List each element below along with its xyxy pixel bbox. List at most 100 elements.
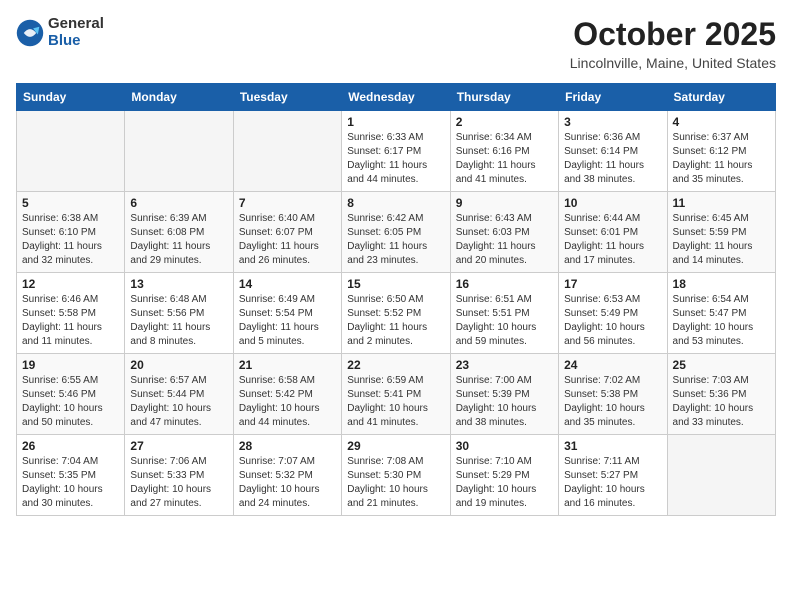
- day-info: Sunrise: 6:48 AM Sunset: 5:56 PM Dayligh…: [130, 293, 227, 349]
- calendar-cell: 8 Sunrise: 6:42 AM Sunset: 6:05 PM Daylig…: [342, 192, 450, 273]
- day-info: Sunrise: 6:39 AM Sunset: 6:08 PM Dayligh…: [130, 212, 227, 268]
- day-info: Sunrise: 7:02 AM Sunset: 5:38 PM Dayligh…: [564, 374, 661, 430]
- calendar-cell: [125, 111, 233, 192]
- weekday-header-tuesday: Tuesday: [233, 84, 341, 111]
- logo-icon: [16, 19, 44, 47]
- day-number: 1: [347, 115, 444, 129]
- weekday-header-friday: Friday: [559, 84, 667, 111]
- day-number: 6: [130, 196, 227, 210]
- calendar-cell: 28 Sunrise: 7:07 AM Sunset: 5:32 PM Dayli…: [233, 435, 341, 516]
- calendar-cell: 21 Sunrise: 6:58 AM Sunset: 5:42 PM Dayli…: [233, 354, 341, 435]
- day-info: Sunrise: 6:42 AM Sunset: 6:05 PM Dayligh…: [347, 212, 444, 268]
- calendar-cell: [667, 435, 775, 516]
- day-number: 10: [564, 196, 661, 210]
- day-number: 31: [564, 439, 661, 453]
- day-number: 5: [22, 196, 119, 210]
- day-number: 23: [456, 358, 553, 372]
- calendar-cell: [17, 111, 125, 192]
- day-info: Sunrise: 7:08 AM Sunset: 5:30 PM Dayligh…: [347, 455, 444, 511]
- day-info: Sunrise: 6:53 AM Sunset: 5:49 PM Dayligh…: [564, 293, 661, 349]
- weekday-header-wednesday: Wednesday: [342, 84, 450, 111]
- day-info: Sunrise: 7:00 AM Sunset: 5:39 PM Dayligh…: [456, 374, 553, 430]
- day-info: Sunrise: 6:40 AM Sunset: 6:07 PM Dayligh…: [239, 212, 336, 268]
- day-number: 29: [347, 439, 444, 453]
- calendar-cell: 1Sunrise: 6:33 AM Sunset: 6:17 PM Daylig…: [342, 111, 450, 192]
- calendar-cell: 19 Sunrise: 6:55 AM Sunset: 5:46 PM Dayli…: [17, 354, 125, 435]
- logo-text: General Blue: [48, 16, 104, 49]
- day-number: 21: [239, 358, 336, 372]
- day-info: Sunrise: 6:43 AM Sunset: 6:03 PM Dayligh…: [456, 212, 553, 268]
- calendar-cell: 13 Sunrise: 6:48 AM Sunset: 5:56 PM Dayli…: [125, 273, 233, 354]
- day-number: 15: [347, 277, 444, 291]
- week-row-3: 12 Sunrise: 6:46 AM Sunset: 5:58 PM Dayli…: [17, 273, 776, 354]
- week-row-5: 26Sunrise: 7:04 AM Sunset: 5:35 PM Dayli…: [17, 435, 776, 516]
- calendar-cell: 25 Sunrise: 7:03 AM Sunset: 5:36 PM Dayli…: [667, 354, 775, 435]
- calendar-cell: 22Sunrise: 6:59 AM Sunset: 5:41 PM Dayli…: [342, 354, 450, 435]
- day-number: 3: [564, 115, 661, 129]
- week-row-1: 1Sunrise: 6:33 AM Sunset: 6:17 PM Daylig…: [17, 111, 776, 192]
- weekday-header-saturday: Saturday: [667, 84, 775, 111]
- day-number: 12: [22, 277, 119, 291]
- day-info: Sunrise: 6:57 AM Sunset: 5:44 PM Dayligh…: [130, 374, 227, 430]
- calendar-cell: 31 Sunrise: 7:11 AM Sunset: 5:27 PM Dayli…: [559, 435, 667, 516]
- logo-general: General: [48, 16, 104, 33]
- calendar-cell: 17 Sunrise: 6:53 AM Sunset: 5:49 PM Dayli…: [559, 273, 667, 354]
- calendar-cell: 6 Sunrise: 6:39 AM Sunset: 6:08 PM Daylig…: [125, 192, 233, 273]
- day-number: 26: [22, 439, 119, 453]
- day-number: 18: [673, 277, 770, 291]
- day-info: Sunrise: 6:51 AM Sunset: 5:51 PM Dayligh…: [456, 293, 553, 349]
- calendar-header: General Blue October 2025 Lincolnville, …: [16, 16, 776, 71]
- calendar-cell: 14 Sunrise: 6:49 AM Sunset: 5:54 PM Dayli…: [233, 273, 341, 354]
- calendar-cell: 10Sunrise: 6:44 AM Sunset: 6:01 PM Dayli…: [559, 192, 667, 273]
- day-info: Sunrise: 6:49 AM Sunset: 5:54 PM Dayligh…: [239, 293, 336, 349]
- calendar-cell: 24 Sunrise: 7:02 AM Sunset: 5:38 PM Dayli…: [559, 354, 667, 435]
- week-row-2: 5Sunrise: 6:38 AM Sunset: 6:10 PM Daylig…: [17, 192, 776, 273]
- day-number: 25: [673, 358, 770, 372]
- day-info: Sunrise: 6:34 AM Sunset: 6:16 PM Dayligh…: [456, 131, 553, 187]
- calendar-cell: 16 Sunrise: 6:51 AM Sunset: 5:51 PM Dayli…: [450, 273, 558, 354]
- day-number: 14: [239, 277, 336, 291]
- day-info: Sunrise: 6:46 AM Sunset: 5:58 PM Dayligh…: [22, 293, 119, 349]
- calendar-table: SundayMondayTuesdayWednesdayThursdayFrid…: [16, 83, 776, 516]
- calendar-cell: 7Sunrise: 6:40 AM Sunset: 6:07 PM Daylig…: [233, 192, 341, 273]
- calendar-cell: 27 Sunrise: 7:06 AM Sunset: 5:33 PM Dayli…: [125, 435, 233, 516]
- calendar-cell: 9 Sunrise: 6:43 AM Sunset: 6:03 PM Daylig…: [450, 192, 558, 273]
- day-number: 13: [130, 277, 227, 291]
- day-info: Sunrise: 7:03 AM Sunset: 5:36 PM Dayligh…: [673, 374, 770, 430]
- day-number: 17: [564, 277, 661, 291]
- calendar-cell: 3 Sunrise: 6:36 AM Sunset: 6:14 PM Daylig…: [559, 111, 667, 192]
- calendar-cell: 20Sunrise: 6:57 AM Sunset: 5:44 PM Dayli…: [125, 354, 233, 435]
- day-info: Sunrise: 7:06 AM Sunset: 5:33 PM Dayligh…: [130, 455, 227, 511]
- week-row-4: 19 Sunrise: 6:55 AM Sunset: 5:46 PM Dayli…: [17, 354, 776, 435]
- day-info: Sunrise: 6:58 AM Sunset: 5:42 PM Dayligh…: [239, 374, 336, 430]
- day-info: Sunrise: 7:11 AM Sunset: 5:27 PM Dayligh…: [564, 455, 661, 511]
- day-number: 16: [456, 277, 553, 291]
- calendar-cell: 11Sunrise: 6:45 AM Sunset: 5:59 PM Dayli…: [667, 192, 775, 273]
- day-info: Sunrise: 7:07 AM Sunset: 5:32 PM Dayligh…: [239, 455, 336, 511]
- weekday-header-monday: Monday: [125, 84, 233, 111]
- weekday-header-row: SundayMondayTuesdayWednesdayThursdayFrid…: [17, 84, 776, 111]
- day-info: Sunrise: 6:55 AM Sunset: 5:46 PM Dayligh…: [22, 374, 119, 430]
- day-number: 8: [347, 196, 444, 210]
- calendar-cell: 12 Sunrise: 6:46 AM Sunset: 5:58 PM Dayli…: [17, 273, 125, 354]
- day-info: Sunrise: 6:50 AM Sunset: 5:52 PM Dayligh…: [347, 293, 444, 349]
- calendar-cell: 4Sunrise: 6:37 AM Sunset: 6:12 PM Daylig…: [667, 111, 775, 192]
- day-number: 9: [456, 196, 553, 210]
- day-info: Sunrise: 7:10 AM Sunset: 5:29 PM Dayligh…: [456, 455, 553, 511]
- day-number: 28: [239, 439, 336, 453]
- day-number: 24: [564, 358, 661, 372]
- calendar-cell: 15 Sunrise: 6:50 AM Sunset: 5:52 PM Dayli…: [342, 273, 450, 354]
- day-info: Sunrise: 6:59 AM Sunset: 5:41 PM Dayligh…: [347, 374, 444, 430]
- calendar-cell: 26Sunrise: 7:04 AM Sunset: 5:35 PM Dayli…: [17, 435, 125, 516]
- day-number: 19: [22, 358, 119, 372]
- calendar-cell: 18Sunrise: 6:54 AM Sunset: 5:47 PM Dayli…: [667, 273, 775, 354]
- day-number: 11: [673, 196, 770, 210]
- calendar-cell: 5Sunrise: 6:38 AM Sunset: 6:10 PM Daylig…: [17, 192, 125, 273]
- logo: General Blue: [16, 16, 104, 49]
- title-area: October 2025 Lincolnville, Maine, United…: [570, 16, 776, 71]
- day-number: 27: [130, 439, 227, 453]
- day-info: Sunrise: 6:36 AM Sunset: 6:14 PM Dayligh…: [564, 131, 661, 187]
- weekday-header-thursday: Thursday: [450, 84, 558, 111]
- day-number: 4: [673, 115, 770, 129]
- calendar-cell: [233, 111, 341, 192]
